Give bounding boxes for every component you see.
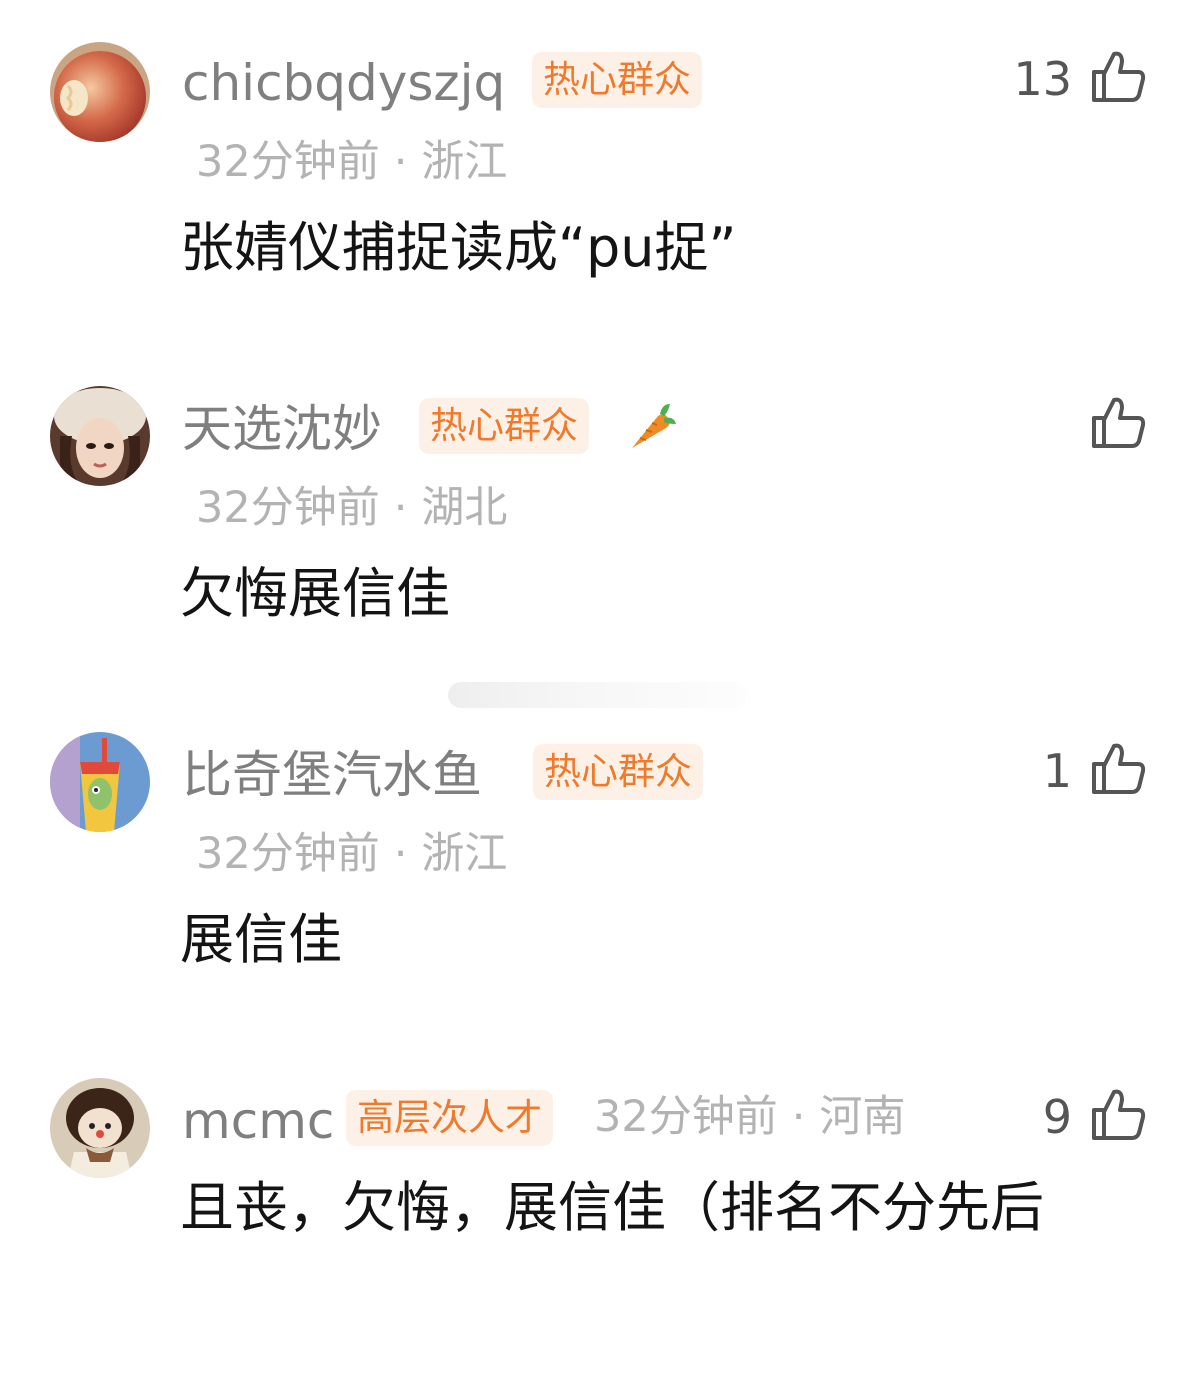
comment-meta: 32分钟前 · 浙江: [196, 829, 508, 879]
comment-location: 湖北: [421, 483, 508, 533]
carrot-icon: [632, 404, 676, 448]
comment-meta: 32分钟前 · 河南: [594, 1092, 906, 1142]
comment-location: 河南: [819, 1092, 906, 1142]
comment-time: 32分钟前: [196, 483, 380, 533]
blurred-divider: [448, 682, 748, 708]
comment-text: 张婧仪捕捉读成“pu捉”: [180, 216, 737, 279]
comment-text: 且丧，欠悔，展信佳（排名不分先后: [180, 1176, 1044, 1239]
comment-location: 浙江: [421, 829, 508, 879]
comment-meta: 32分钟前 · 湖北: [196, 483, 508, 533]
comment-text: 欠悔展信佳: [180, 562, 450, 625]
comment-time: 32分钟前: [196, 137, 380, 187]
like-count: 1: [1042, 744, 1072, 798]
username[interactable]: chicbqdyszjq: [182, 58, 505, 108]
user-badge: 热心群众: [533, 744, 703, 800]
user-avatar[interactable]: [50, 1078, 150, 1178]
user-avatar[interactable]: [50, 386, 150, 486]
user-avatar[interactable]: [50, 42, 150, 142]
like-count: 9: [1042, 1090, 1072, 1144]
like-count: 13: [1013, 52, 1072, 106]
comment-item: chicbqdyszjq 热心群众 13 32分钟前 · 浙江 张婧仪捕捉读成“pu…: [0, 0, 1200, 330]
user-badge: 高层次人才: [346, 1090, 553, 1146]
comment-location: 浙江: [421, 137, 508, 187]
username[interactable]: mcmc: [182, 1096, 334, 1146]
comment-time: 32分钟前: [196, 829, 380, 879]
comment-text: 展信佳: [180, 908, 342, 971]
user-avatar[interactable]: [50, 732, 150, 832]
user-badge: 热心群众: [532, 52, 702, 108]
thumbs-up-icon[interactable]: [1090, 48, 1146, 104]
username[interactable]: 天选沈妙: [182, 404, 382, 454]
comment-meta: 32分钟前 · 浙江: [196, 137, 508, 187]
thumbs-up-icon[interactable]: [1090, 394, 1146, 450]
user-badge: 热心群众: [419, 398, 589, 454]
comment-time: 32分钟前: [594, 1092, 778, 1142]
thumbs-up-icon[interactable]: [1090, 740, 1146, 796]
username[interactable]: 比奇堡汽水鱼: [182, 750, 482, 800]
thumbs-up-icon[interactable]: [1090, 1086, 1146, 1142]
